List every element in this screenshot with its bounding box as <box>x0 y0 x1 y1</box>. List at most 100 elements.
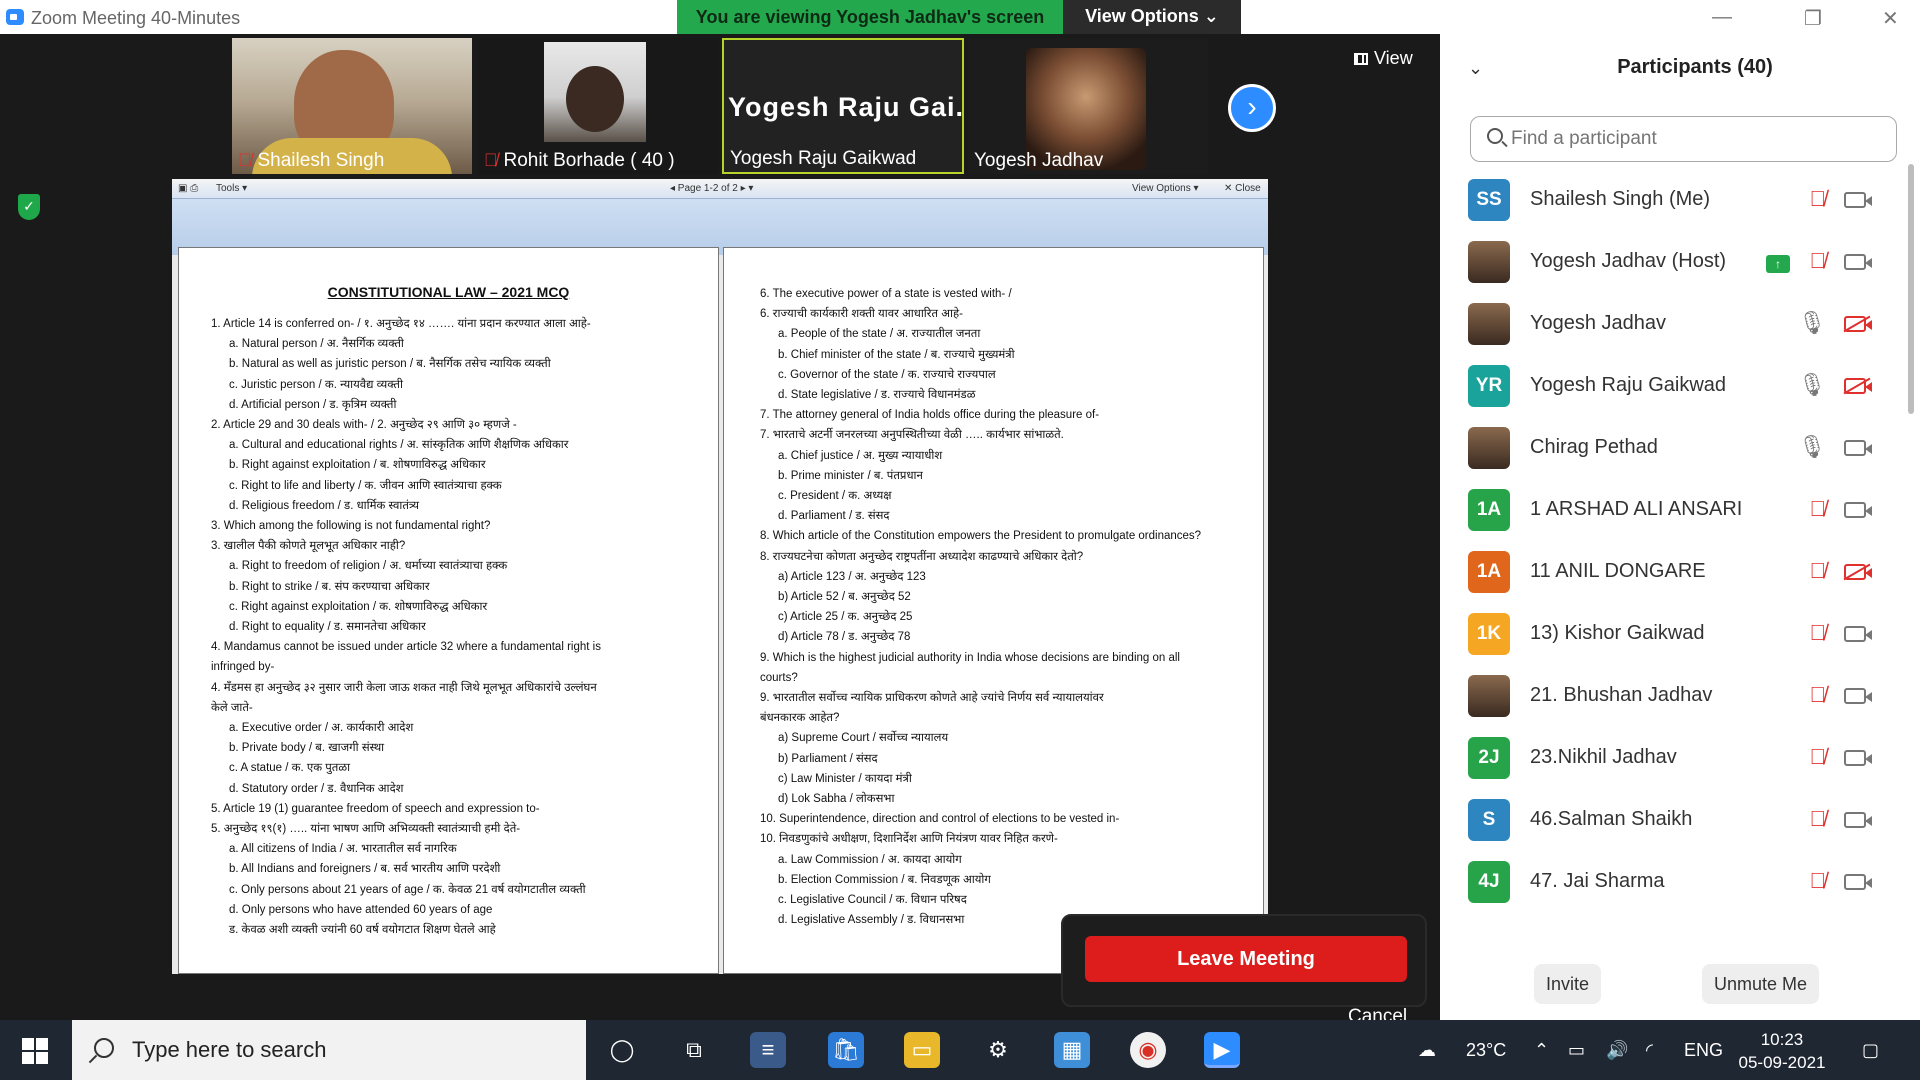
store-icon[interactable]: 🛍 <box>828 1032 864 1068</box>
maximize-button[interactable]: ❐ <box>1804 6 1822 31</box>
chrome-icon[interactable]: ◉ <box>1130 1032 1166 1068</box>
participant-search-input[interactable] <box>1511 125 1881 153</box>
control-panel-icon[interactable]: ▦ <box>1054 1032 1090 1068</box>
doc-line: d) Lok Sabha / लोकसभा <box>778 793 895 806</box>
task-view-icon[interactable]: ⧉ <box>676 1032 712 1068</box>
participant-name: Yogesh Raju Gaikwad <box>1530 374 1727 396</box>
participant-name: 21. Bhushan Jadhav <box>1530 684 1713 706</box>
video-icon[interactable] <box>1844 502 1872 518</box>
minimize-button[interactable]: — <box>1712 6 1732 29</box>
participant-row[interactable]: SS Shailesh Singh (Me) 🎙̸ <box>1466 170 1886 232</box>
microphone-icon[interactable]: 🎙 <box>1798 372 1826 398</box>
microphone-muted-icon[interactable]: 🎙̸ <box>1810 248 1827 274</box>
encryption-shield-icon[interactable]: ✓ <box>18 194 40 220</box>
participant-row[interactable]: Yogesh Jadhav (Host) ↑ 🎙̸ <box>1466 232 1886 294</box>
weather-icon[interactable]: ☁ <box>1418 1020 1436 1080</box>
clock[interactable]: 10:23 05-09-2021 <box>1722 1028 1842 1074</box>
video-icon[interactable] <box>1844 688 1872 704</box>
next-page-arrow-icon[interactable]: › <box>1228 84 1276 132</box>
microphone-muted-icon[interactable]: 🎙̸ <box>1810 186 1827 212</box>
doc-line: a. Right to freedom of religion / अ. धर्… <box>229 560 508 573</box>
notifications-icon[interactable]: ▢ <box>1862 1020 1879 1080</box>
invite-button[interactable]: Invite <box>1534 964 1602 1004</box>
video-icon[interactable] <box>1844 626 1872 642</box>
battery-icon[interactable]: ▭ <box>1568 1020 1585 1080</box>
participant-row[interactable]: 1K 13) Kishor Gaikwad 🎙̸ <box>1466 604 1886 666</box>
participant-row[interactable]: Yogesh Jadhav 🎙 <box>1466 294 1886 356</box>
doc-line: 5. Article 19 (1) guarantee freedom of s… <box>211 802 540 815</box>
microphone-muted-icon[interactable]: 🎙̸ <box>1810 496 1827 522</box>
doc-line: a. People of the state / अ. राज्यातील जन… <box>778 328 981 341</box>
video-off-icon[interactable] <box>1844 564 1872 580</box>
doc-line: b. Natural as well as juristic person / … <box>229 358 551 371</box>
taskbar-search[interactable]: Type here to search <box>72 1020 586 1080</box>
video-icon[interactable] <box>1844 440 1872 456</box>
video-thumbnail[interactable]: Yogesh Jadhav <box>968 38 1208 174</box>
participant-row[interactable]: 1A 11 ANIL DONGARE 🎙̸ <box>1466 542 1886 604</box>
microphone-icon[interactable]: 🎙 <box>1798 434 1826 460</box>
video-icon[interactable] <box>1844 874 1872 890</box>
video-thumbnail[interactable]: 🎙̸ Rohit Borhade ( 40 ) <box>478 38 718 174</box>
viewing-banner-name: Yogesh Jadhav's screen <box>836 7 1045 27</box>
microphone-muted-icon[interactable]: 🎙̸ <box>1810 620 1827 646</box>
settings-gear-icon[interactable]: ⚙ <box>980 1032 1016 1068</box>
avatar: YR <box>1468 365 1510 407</box>
microphone-muted-icon[interactable]: 🎙̸ <box>1810 682 1827 708</box>
show-hidden-icons[interactable]: ⌃ <box>1534 1020 1549 1080</box>
participant-row[interactable]: Chirag Pethad 🎙 <box>1466 418 1886 480</box>
participant-name: 1 ARSHAD ALI ANSARI <box>1530 498 1743 520</box>
video-icon[interactable] <box>1844 192 1872 208</box>
microphone-icon[interactable]: 🎙 <box>1798 310 1826 336</box>
participant-row[interactable]: 21. Bhushan Jadhav 🎙̸ <box>1466 666 1886 728</box>
video-thumbnail-active-speaker[interactable]: Yogesh Raju Gai... Yogesh Raju Gaikwad <box>722 38 964 174</box>
cortana-icon[interactable]: ◯ <box>604 1032 640 1068</box>
clock-date: 05-09-2021 <box>1738 1053 1826 1072</box>
microphone-muted-icon[interactable]: 🎙̸ <box>1810 868 1827 894</box>
avatar <box>1468 427 1510 469</box>
participant-row[interactable]: YR Yogesh Raju Gaikwad 🎙 <box>1466 356 1886 418</box>
participant-row[interactable]: 2J 23.Nikhil Jadhav 🎙̸ <box>1466 728 1886 790</box>
participant-name: 23.Nikhil Jadhav <box>1530 746 1677 768</box>
participant-row[interactable]: S 46.Salman Shaikh 🎙̸ <box>1466 790 1886 852</box>
zoom-taskbar-icon[interactable]: ▶ <box>1204 1032 1240 1068</box>
doc-line: d. Right to equality / ड. समानतेचा अधिका… <box>229 621 426 634</box>
windows-start-icon[interactable] <box>22 1038 48 1064</box>
doc-line: केले जाते- <box>211 701 253 714</box>
doc-line: 3. Which among the following is not fund… <box>211 520 491 533</box>
microphone-muted-icon[interactable]: 🎙̸ <box>1810 558 1827 584</box>
video-icon[interactable] <box>1844 254 1872 270</box>
video-off-icon[interactable] <box>1844 378 1872 394</box>
video-off-icon[interactable] <box>1844 316 1872 332</box>
file-explorer-icon[interactable]: ▭ <box>904 1032 940 1068</box>
avatar: 4J <box>1468 861 1510 903</box>
microphone-muted-icon[interactable]: 🎙̸ <box>1810 744 1827 770</box>
viewing-banner-message: You are viewing Yogesh Jadhav's screen <box>677 0 1063 34</box>
participant-name: Chirag Pethad <box>1530 436 1658 458</box>
language-indicator[interactable]: ENG <box>1684 1020 1723 1080</box>
unmute-me-button[interactable]: Unmute Me <box>1702 964 1820 1004</box>
doc-line: d. Religious freedom / ड. धार्मिक स्वातं… <box>229 499 420 512</box>
view-button[interactable]: View <box>1354 48 1413 69</box>
view-options-button[interactable]: View Options ⌄ <box>1063 0 1241 34</box>
participant-search[interactable] <box>1470 116 1897 162</box>
avatar: 1A <box>1468 551 1510 593</box>
video-icon[interactable] <box>1844 750 1872 766</box>
participant-list-scrollbar[interactable] <box>1908 164 1914 414</box>
volume-icon[interactable]: 🔊 <box>1606 1020 1628 1080</box>
video-icon[interactable] <box>1844 812 1872 828</box>
wifi-icon[interactable]: ◜ <box>1646 1020 1653 1080</box>
doc-line: b. All Indians and foreigners / ब. सर्व … <box>229 863 501 876</box>
leave-meeting-button[interactable]: Leave Meeting <box>1085 936 1407 982</box>
participant-row[interactable]: 4J 47. Jai Sharma 🎙̸ <box>1466 852 1886 910</box>
doc-line: 9. Which is the highest judicial authori… <box>760 651 1180 664</box>
doc-line: b) Article 52 / ब. अनुच्छेद 52 <box>778 591 911 604</box>
participant-row[interactable]: 1A 1 ARSHAD ALI ANSARI 🎙̸ <box>1466 480 1886 542</box>
video-thumbnail[interactable]: 🎙̸ Shailesh Singh <box>232 38 472 174</box>
doc-line: बंधनकारक आहेत? <box>760 712 840 725</box>
thumbnail-name: Yogesh Jadhav <box>974 150 1104 171</box>
app-icon[interactable]: ≡ <box>750 1032 786 1068</box>
weather-temp[interactable]: 23°C <box>1466 1020 1506 1080</box>
close-button[interactable]: ✕ <box>1882 6 1899 31</box>
microphone-muted-icon[interactable]: 🎙̸ <box>1810 806 1827 832</box>
screen-share-icon: ↑ <box>1766 255 1790 273</box>
